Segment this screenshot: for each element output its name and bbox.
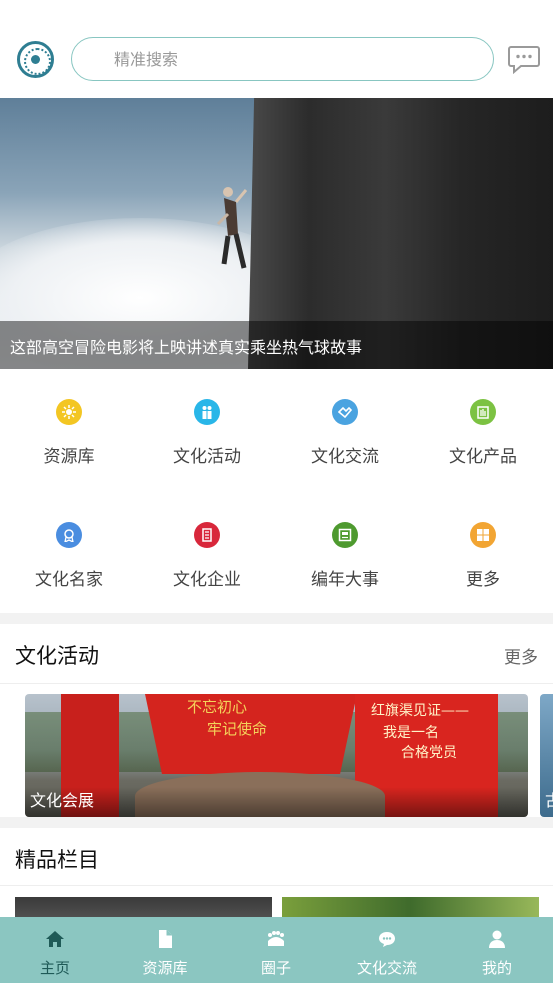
card-label: 文化会展 (30, 791, 95, 810)
tab-label: 我的 (481, 959, 512, 977)
card-image-text: 合格党员 (401, 745, 457, 761)
master-icon (56, 522, 82, 548)
card-label: 古 (545, 787, 553, 811)
card-image-text: 牢记使命 (207, 720, 268, 738)
menu-label: 资源库 (43, 447, 95, 467)
divider (0, 885, 553, 886)
enterprise-icon (194, 522, 220, 548)
product-icon (470, 399, 496, 425)
search-input[interactable] (114, 47, 474, 71)
group-icon (268, 931, 284, 946)
tab-label: 圈子 (260, 959, 291, 977)
tab-exchange[interactable]: 文化交流 (332, 917, 442, 983)
menu-item-exchange[interactable]: 文化交流 (276, 369, 414, 479)
tab-resource[interactable]: 资源库 (110, 917, 220, 983)
message-icon[interactable] (508, 44, 540, 74)
more-icon (470, 522, 496, 548)
tab-label: 主页 (39, 959, 70, 977)
menu-item-chronicle[interactable]: 编年大事 (276, 492, 414, 602)
menu-item-master[interactable]: 文化名家 (0, 492, 138, 602)
section-title: 精品栏目 (15, 848, 99, 872)
document-icon (159, 930, 172, 948)
activity-card[interactable]: 古 (540, 694, 553, 817)
activity-card[interactable]: 不忘初心 牢记使命 红旗渠见证—— 我是一名 合格党员 文化会展 (25, 694, 528, 817)
menu-item-more[interactable]: 更多 (414, 492, 552, 602)
tab-label: 资源库 (142, 959, 188, 977)
card-image-text: 不忘初心 (187, 698, 248, 716)
section-title: 文化活动 (15, 644, 99, 668)
card-image-text: 红旗渠见证—— (371, 703, 469, 719)
logo-icon[interactable] (17, 41, 54, 78)
category-grid: 资源库 文化活动 文化交流 文化产品 文化名家 文化企业 编年大事 更多 (0, 369, 553, 613)
menu-label: 编年大事 (311, 570, 379, 590)
tab-home[interactable]: 主页 (0, 917, 110, 983)
tab-label: 文化交流 (356, 959, 417, 977)
menu-label: 文化产品 (449, 447, 517, 467)
menu-label: 文化名家 (35, 570, 103, 590)
chat-bubble-icon (379, 932, 395, 947)
exchange-icon (332, 399, 358, 425)
user-icon (489, 930, 505, 948)
banner-caption: 这部高空冒险电影将上映讲述真实乘坐热气球故事 (0, 321, 553, 369)
search-box[interactable] (71, 37, 494, 81)
menu-item-activity[interactable]: 文化活动 (138, 369, 276, 479)
divider (0, 683, 553, 684)
activity-icon (194, 399, 220, 425)
resource-icon (56, 399, 82, 425)
menu-item-product[interactable]: 文化产品 (414, 369, 552, 479)
banner-caption-text: 这部高空冒险电影将上映讲述真实乘坐热气球故事 (10, 338, 363, 357)
tab-group[interactable]: 圈子 (221, 917, 331, 983)
menu-label: 文化企业 (173, 570, 241, 590)
banner-carousel[interactable]: 这部高空冒险电影将上映讲述真实乘坐热气球故事 (0, 98, 553, 369)
chronicle-icon (332, 522, 358, 548)
more-link[interactable]: 更多 (504, 643, 538, 668)
menu-label: 更多 (466, 570, 500, 590)
menu-label: 文化活动 (173, 447, 241, 467)
card-label-shade (25, 787, 528, 817)
tab-profile[interactable]: 我的 (442, 917, 552, 983)
home-icon (46, 931, 64, 947)
card-image-text: 我是一名 (383, 725, 439, 741)
menu-item-resource[interactable]: 资源库 (0, 369, 138, 479)
bottom-tab-bar: 主页 资源库 圈子 文化交流 我的 (0, 917, 553, 983)
banner-climber (216, 187, 248, 269)
app-page: 这部高空冒险电影将上映讲述真实乘坐热气球故事 资源库 文化活动 文化交流 (0, 0, 553, 983)
header (0, 0, 553, 98)
activities-section: 文化活动 更多 不忘初心 牢记使命 红旗渠见证—— 我是一名 合格党员 文化会展… (0, 624, 553, 817)
menu-item-enterprise[interactable]: 文化企业 (138, 492, 276, 602)
menu-label: 文化交流 (311, 447, 379, 467)
